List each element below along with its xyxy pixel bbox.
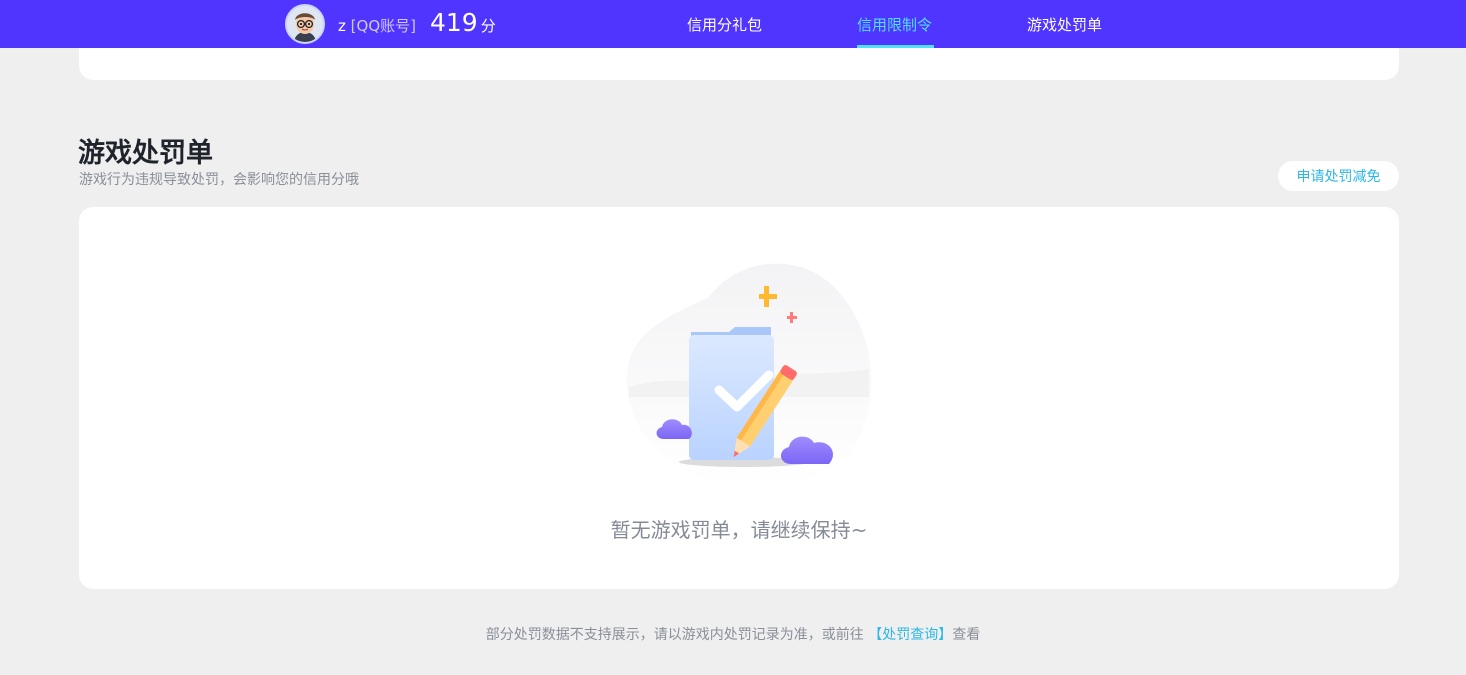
top-nav-bar: z [QQ账号] 419 分 信用分礼包 信用限制令 游戏处罚单 xyxy=(0,0,1466,48)
footer-note: 部分处罚数据不支持展示，请以游戏内处罚记录为准，或前往 【处罚查询】查看 xyxy=(0,624,1466,644)
empty-state-message: 暂无游戏罚单，请继续保持~ xyxy=(610,518,868,542)
active-nav-underline xyxy=(857,45,934,48)
user-avatar-icon xyxy=(287,6,323,42)
credit-score: 419 分 xyxy=(430,8,496,37)
user-name: z [QQ账号] xyxy=(338,15,416,36)
credit-score-value: 419 xyxy=(430,8,478,37)
nav-credit-restriction[interactable]: 信用限制令 xyxy=(857,14,932,35)
section-subtitle: 游戏行为违规导致处罚，会影响您的信用分哦 xyxy=(79,172,359,188)
footer-note-suffix: 查看 xyxy=(952,627,981,643)
nav-credit-gift[interactable]: 信用分礼包 xyxy=(687,14,762,35)
penalty-query-link[interactable]: 【处罚查询】 xyxy=(868,627,952,643)
account-type-label: [QQ账号] xyxy=(350,17,416,35)
apply-penalty-reduction-button[interactable]: 申请处罚减免 xyxy=(1278,161,1399,191)
user-name-text: z xyxy=(338,17,346,35)
section-title: 游戏处罚单 xyxy=(78,138,213,169)
nav-game-penalty[interactable]: 游戏处罚单 xyxy=(1027,14,1102,35)
penalty-list-card: 暂无游戏罚单，请继续保持~ xyxy=(79,207,1399,589)
avatar[interactable] xyxy=(285,4,325,44)
empty-folder-illustration xyxy=(626,263,872,487)
credit-score-unit: 分 xyxy=(480,17,496,35)
footer-note-text: 部分处罚数据不支持展示，请以游戏内处罚记录为准，或前往 xyxy=(485,627,869,643)
